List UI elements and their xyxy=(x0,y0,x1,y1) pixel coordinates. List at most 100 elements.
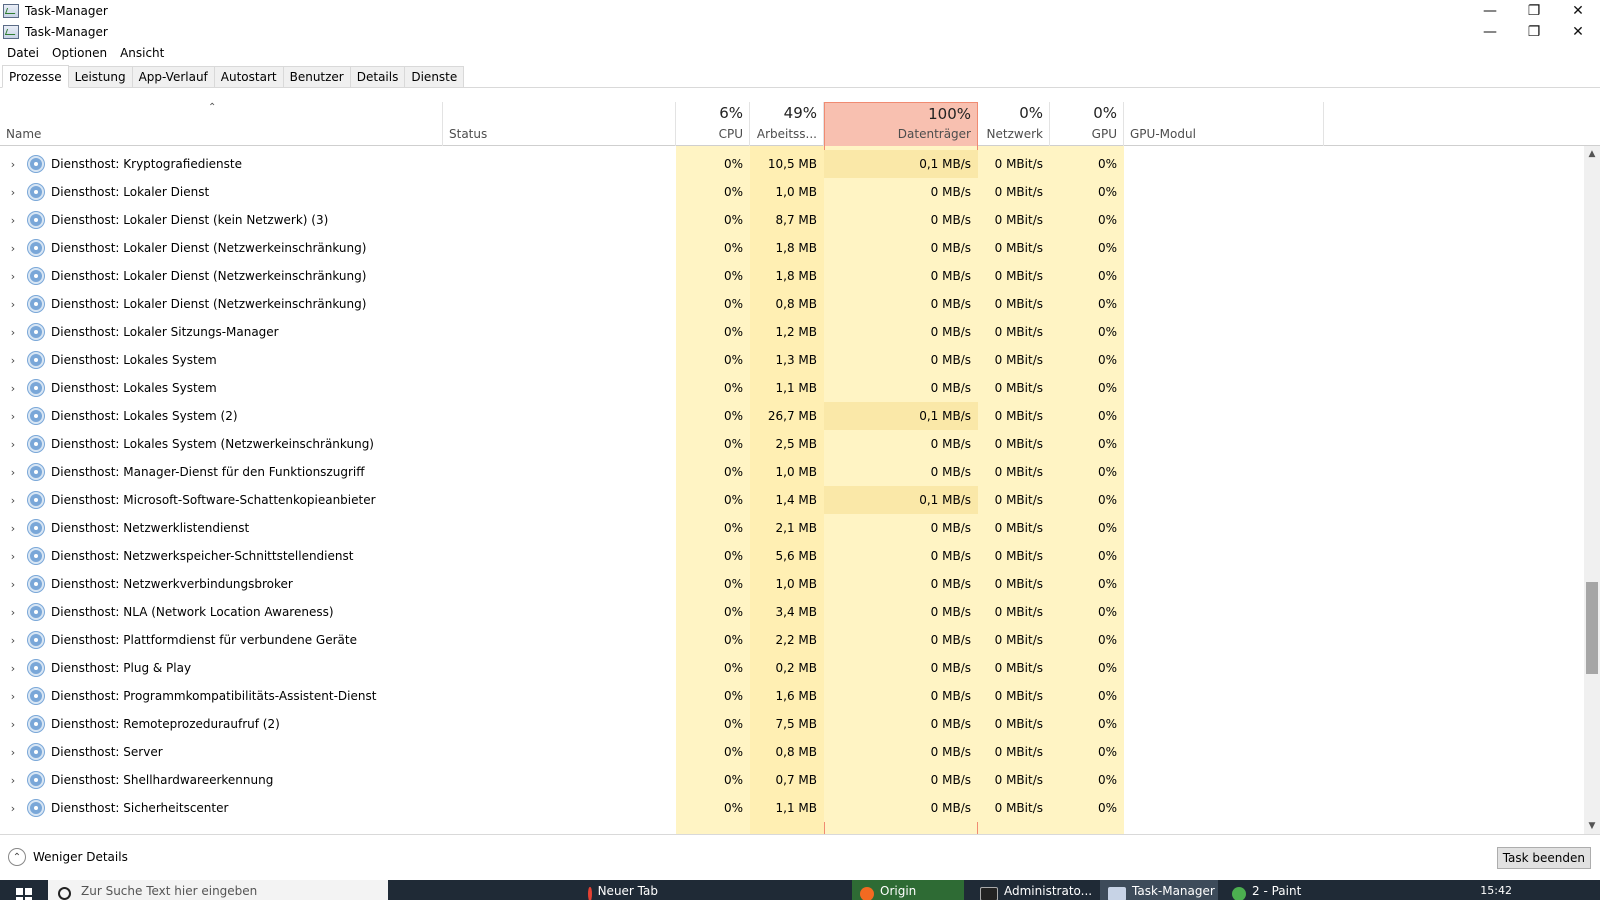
table-row[interactable]: › Diensthost: Lokaler Dienst (Netzwerkein… xyxy=(0,262,1584,290)
tab-autostart[interactable]: Autostart xyxy=(213,66,284,87)
taskbar-item-browser[interactable]: Neuer Tab xyxy=(588,880,658,900)
taskbar-item-origin[interactable]: Origin xyxy=(852,880,964,900)
column-header-gpu-engine[interactable]: GPU-Modul xyxy=(1124,102,1324,146)
expand-chevron-icon[interactable]: › xyxy=(6,206,20,234)
taskbar-item-task-manager[interactable]: Task-Manager xyxy=(1100,880,1218,900)
table-row[interactable]: › Diensthost: Lokales System 0% 1,1 MB 0 MB/… xyxy=(0,374,1584,402)
inner-minimize-button[interactable]: — xyxy=(1468,21,1512,42)
expand-chevron-icon[interactable]: › xyxy=(6,458,20,486)
table-row[interactable]: › Diensthost: Lokales System (Netzwerkein… xyxy=(0,430,1584,458)
table-row[interactable]: › Diensthost: Manager-Dienst für den Funk… xyxy=(0,458,1584,486)
expand-chevron-icon[interactable]: › xyxy=(6,682,20,710)
expand-chevron-icon[interactable]: › xyxy=(6,598,20,626)
close-button[interactable]: ✕ xyxy=(1556,0,1600,21)
menu-ansicht[interactable]: Ansicht xyxy=(113,46,170,60)
expand-chevron-icon[interactable]: › xyxy=(6,262,20,290)
table-row[interactable]: › Diensthost: Lokaler Sitzungs-Manager 0% 1… xyxy=(0,318,1584,346)
expand-chevron-icon[interactable]: › xyxy=(6,486,20,514)
expand-chevron-icon[interactable]: › xyxy=(6,430,20,458)
column-header-status[interactable]: Status xyxy=(443,102,676,146)
table-row[interactable]: › Diensthost: Netzwerkverbindungsbroker 0%… xyxy=(0,570,1584,598)
table-row[interactable]: › Diensthost: Lokaler Dienst (Netzwerkein… xyxy=(0,290,1584,318)
column-header-memory[interactable]: 49% Arbeitss... xyxy=(750,102,824,146)
table-row[interactable]: › Diensthost: Lokales System (2) 0% 26,7 MB… xyxy=(0,402,1584,430)
table-row[interactable]: › Diensthost: Netzwerkspeicher-Schnittste… xyxy=(0,542,1584,570)
minimize-button[interactable]: — xyxy=(1468,0,1512,21)
expand-chevron-icon[interactable]: › xyxy=(6,346,20,374)
clock[interactable]: 15:42 xyxy=(1480,880,1512,900)
table-row[interactable]: › Diensthost: Kryptografiedienste 0% 10,5 M… xyxy=(0,150,1584,178)
network-value: 0 MBit/s xyxy=(978,346,1050,374)
inner-restore-button[interactable]: ❐ xyxy=(1512,21,1556,42)
expand-chevron-icon[interactable]: › xyxy=(6,710,20,738)
service-gear-icon xyxy=(28,632,44,648)
expand-chevron-icon[interactable]: › xyxy=(6,654,20,682)
expand-chevron-icon[interactable]: › xyxy=(6,626,20,654)
end-task-button[interactable]: Task beenden xyxy=(1496,847,1591,869)
gpu-value: 0% xyxy=(1050,570,1124,598)
table-row[interactable]: › Diensthost: Sicherheitscenter 0% 1,1 MB 0 … xyxy=(0,794,1584,822)
chrome-icon xyxy=(588,887,592,900)
network-value: 0 MBit/s xyxy=(978,598,1050,626)
expand-chevron-icon[interactable]: › xyxy=(6,514,20,542)
table-row[interactable]: › Diensthost: Lokaler Dienst (Netzwerkein… xyxy=(0,234,1584,262)
task-manager-icon xyxy=(1108,887,1126,900)
tab-app-verlauf[interactable]: App-Verlauf xyxy=(131,66,215,87)
expand-chevron-icon[interactable]: › xyxy=(6,150,20,178)
scroll-thumb[interactable] xyxy=(1586,582,1598,674)
expand-chevron-icon[interactable]: › xyxy=(6,178,20,206)
table-row[interactable]: › Diensthost: Plug & Play 0% 0,2 MB 0 MB/s 0 … xyxy=(0,654,1584,682)
taskbar-item-console[interactable]: Administrato... xyxy=(976,880,1096,900)
expand-chevron-icon[interactable]: › xyxy=(6,738,20,766)
table-row[interactable]: › Diensthost: Lokaler Dienst 0% 1,0 MB 0 MB/… xyxy=(0,178,1584,206)
expand-chevron-icon[interactable]: › xyxy=(6,318,20,346)
vertical-scrollbar[interactable]: ▲ ▼ xyxy=(1584,146,1600,834)
expand-chevron-icon[interactable]: › xyxy=(6,234,20,262)
table-row[interactable]: › Diensthost: Programmkompatibilitäts-Ass… xyxy=(0,682,1584,710)
restore-button[interactable]: ❐ xyxy=(1512,0,1556,21)
column-header-network[interactable]: 0% Netzwerk xyxy=(978,102,1050,146)
service-gear-icon xyxy=(28,576,44,592)
menu-datei[interactable]: Datei xyxy=(0,46,45,60)
column-header-gpu[interactable]: 0% GPU xyxy=(1050,102,1124,146)
disk-value: 0 MB/s xyxy=(824,710,978,738)
expand-chevron-icon[interactable]: › xyxy=(6,290,20,318)
expand-chevron-icon[interactable]: › xyxy=(6,374,20,402)
column-header-disk[interactable]: 100% Datenträger xyxy=(824,102,978,146)
tab-benutzer[interactable]: Benutzer xyxy=(282,66,351,87)
tab-prozesse[interactable]: Prozesse xyxy=(2,65,69,88)
scroll-down-arrow-icon[interactable]: ▼ xyxy=(1584,818,1600,834)
tab-details[interactable]: Details xyxy=(349,66,406,87)
column-header-name[interactable]: Name xyxy=(0,102,443,146)
memory-value: 1,2 MB xyxy=(750,318,824,346)
expand-chevron-icon[interactable]: › xyxy=(6,542,20,570)
scroll-up-arrow-icon[interactable]: ▲ xyxy=(1584,146,1600,162)
fewer-details-button[interactable]: ⌃ Weniger Details xyxy=(8,848,128,866)
table-row[interactable]: › Diensthost: Netzwerklistendienst 0% 2,1 M… xyxy=(0,514,1584,542)
gpu-value: 0% xyxy=(1050,794,1124,822)
table-row[interactable]: › Diensthost: NLA (Network Location Aware… xyxy=(0,598,1584,626)
expand-chevron-icon[interactable]: › xyxy=(6,402,20,430)
inner-title-bar: Task-Manager — ❐ ✕ xyxy=(0,21,1600,42)
table-row[interactable]: › Diensthost: Plattformdienst für verbund… xyxy=(0,626,1584,654)
network-value: 0 MBit/s xyxy=(978,178,1050,206)
expand-chevron-icon[interactable]: › xyxy=(6,570,20,598)
table-row[interactable]: › Diensthost: Lokaler Dienst (kein Netzwe… xyxy=(0,206,1584,234)
tab-leistung[interactable]: Leistung xyxy=(67,66,133,87)
gpu-value: 0% xyxy=(1050,542,1124,570)
table-row[interactable]: › Diensthost: Server 0% 0,8 MB 0 MB/s 0 MBit/… xyxy=(0,738,1584,766)
expand-chevron-icon[interactable]: › xyxy=(6,794,20,822)
table-row[interactable]: › Diensthost: Lokales System 0% 1,3 MB 0 MB/… xyxy=(0,346,1584,374)
search-placeholder: Zur Suche Text hier eingeben xyxy=(81,884,258,898)
menu-optionen[interactable]: Optionen xyxy=(45,46,113,60)
table-row[interactable]: › Diensthost: Microsoft-Software-Schatten… xyxy=(0,486,1584,514)
taskbar-search-box[interactable]: Zur Suche Text hier eingeben xyxy=(48,880,388,900)
tab-dienste[interactable]: Dienste xyxy=(404,66,465,87)
start-button[interactable] xyxy=(16,880,40,900)
table-row[interactable]: › Diensthost: Remoteprozeduraufruf (2) 0% 7… xyxy=(0,710,1584,738)
taskbar-item-paint[interactable]: 2 - Paint xyxy=(1232,880,1322,900)
column-header-cpu[interactable]: 6% CPU xyxy=(676,102,750,146)
table-row[interactable]: › Diensthost: Shellhardwareerkennung 0% 0,7… xyxy=(0,766,1584,794)
expand-chevron-icon[interactable]: › xyxy=(6,766,20,794)
inner-close-button[interactable]: ✕ xyxy=(1556,21,1600,42)
